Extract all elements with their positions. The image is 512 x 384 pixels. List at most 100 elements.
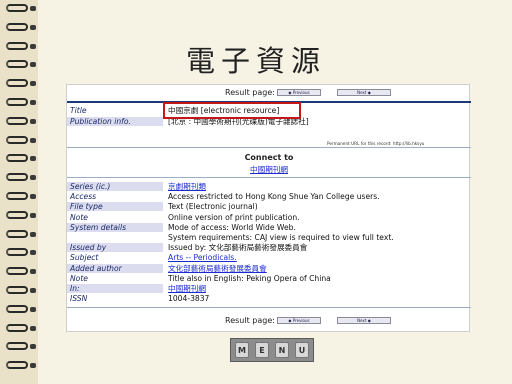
binder-ring xyxy=(6,154,36,163)
binder-ring xyxy=(6,286,36,295)
ring-loop xyxy=(6,4,28,12)
connect-link[interactable]: 中國期刊網 xyxy=(67,164,471,175)
previous-button[interactable]: ◆ Previous xyxy=(277,89,321,96)
ring-loop xyxy=(6,267,28,276)
ring-hole xyxy=(30,156,36,162)
ring-hole xyxy=(30,325,36,331)
record-field-row: Added author 文化部藝術局藝術發展委員會 xyxy=(67,263,471,273)
binder-ring xyxy=(6,323,36,333)
ring-hole xyxy=(30,81,36,87)
ring-loop xyxy=(6,154,28,163)
ring-hole xyxy=(30,288,36,293)
binder-ring xyxy=(6,116,36,126)
ring-loop xyxy=(6,116,28,125)
record-field-row: System requirements: CAJ view is require… xyxy=(67,233,471,242)
next-button[interactable]: Next ◆ xyxy=(337,89,391,96)
field-label: Title xyxy=(70,106,87,115)
binder-ring xyxy=(6,98,36,107)
field-value: System requirements: CAJ view is require… xyxy=(168,233,394,242)
field-value-link[interactable]: Arts -- Periodicals. xyxy=(168,253,237,262)
ring-loop xyxy=(6,361,28,370)
field-label: Added author xyxy=(67,263,163,273)
divider xyxy=(67,307,471,308)
field-value: Issued by: 文化部藝術局藝術發展委員會 xyxy=(168,243,308,253)
record-field-row: Note Online version of print publication. xyxy=(67,213,471,222)
binder-ring xyxy=(6,4,36,13)
result-bar-bottom: Result page: ◆ Previous Next ◆ xyxy=(67,314,471,328)
ring-hole xyxy=(30,118,36,124)
field-label: File type xyxy=(67,202,163,212)
field-label: Subject xyxy=(70,253,99,263)
ring-loop xyxy=(6,98,28,106)
next-button[interactable]: Next ◆ xyxy=(337,317,391,324)
field-value-link[interactable]: 京劇期刊類 xyxy=(168,182,206,191)
binder-ring xyxy=(6,173,36,182)
ring-hole xyxy=(30,269,36,275)
field-value-link[interactable]: 文化部藝術局藝術發展委員會 xyxy=(168,264,267,273)
result-page-label: Result page: xyxy=(225,88,275,97)
field-label: Series (ic.) xyxy=(67,182,163,191)
field-label: ISSN xyxy=(70,294,88,304)
binder-ring xyxy=(6,248,36,257)
field-label: Note xyxy=(70,212,88,222)
binder-ring xyxy=(6,79,36,88)
field-label: Access xyxy=(70,192,97,202)
record-field-row: In: 中國期刊網 xyxy=(67,284,471,293)
ring-loop xyxy=(6,286,28,294)
permanent-url[interactable]: Permanent URL for this record: http://li… xyxy=(327,141,424,146)
ring-loop xyxy=(6,248,28,257)
field-value: Mode of access: World Wide Web. xyxy=(168,222,296,232)
ring-loop xyxy=(6,304,28,313)
ring-loop xyxy=(6,229,28,238)
ring-hole xyxy=(30,100,36,105)
title-highlight-box xyxy=(163,102,301,119)
field-value: 1004-3837 xyxy=(168,294,210,304)
menu-key-n[interactable]: N xyxy=(275,342,289,358)
ring-hole xyxy=(30,6,36,11)
connect-heading: Connect to xyxy=(244,153,294,162)
record-field-row: Subject Arts -- Periodicals. xyxy=(67,253,471,262)
divider xyxy=(67,177,471,178)
binder-ring xyxy=(6,267,36,276)
ring-loop xyxy=(6,173,28,182)
binder-ring xyxy=(6,229,36,239)
menu-navigation-bar: MENU xyxy=(230,338,314,362)
ring-hole xyxy=(30,194,36,199)
record-field-row: Note Title also in English: Peking Opera … xyxy=(67,274,471,283)
ring-hole xyxy=(30,250,36,256)
ring-hole xyxy=(30,137,36,143)
field-label: In: xyxy=(67,284,163,293)
field-value: Online version of print publication. xyxy=(168,212,300,222)
previous-button[interactable]: ◆ Previous xyxy=(277,317,321,324)
binder-ring xyxy=(6,22,36,32)
ring-hole xyxy=(30,306,36,312)
field-label: System details xyxy=(67,222,163,232)
binder-ring xyxy=(6,192,36,201)
field-value: Access restricted to Hong Kong Shue Yan … xyxy=(168,192,380,202)
menu-key-e[interactable]: E xyxy=(255,342,269,358)
ring-hole xyxy=(30,344,36,350)
menu-key-u[interactable]: U xyxy=(295,342,309,358)
ring-loop xyxy=(6,210,28,219)
ring-loop xyxy=(6,323,28,332)
divider xyxy=(67,147,471,148)
slide: 電子資源 Result page: ◆ Previous Next ◆ Titl… xyxy=(0,0,512,384)
record-field-row: Issued by Issued by: 文化部藝術局藝術發展委員會 xyxy=(67,243,471,253)
field-label xyxy=(67,233,163,242)
field-label: Note xyxy=(70,273,88,283)
field-value-link[interactable]: 中國期刊網 xyxy=(168,284,206,293)
ring-loop xyxy=(6,79,28,88)
ring-hole xyxy=(30,212,36,218)
ring-loop xyxy=(6,192,28,200)
field-value: Title also in English: Peking Opera of C… xyxy=(168,273,331,283)
binder-ring xyxy=(6,361,36,370)
ring-hole xyxy=(30,363,36,369)
ring-loop xyxy=(6,342,28,351)
binder-ring xyxy=(6,304,36,314)
menu-key-m[interactable]: M xyxy=(235,342,249,358)
result-page-label: Result page: xyxy=(225,316,275,325)
ring-loop xyxy=(6,22,28,31)
binder-ring xyxy=(6,135,36,145)
ring-loop xyxy=(6,135,28,144)
record-field-row: Access Access restricted to Hong Kong Shu… xyxy=(67,192,471,201)
